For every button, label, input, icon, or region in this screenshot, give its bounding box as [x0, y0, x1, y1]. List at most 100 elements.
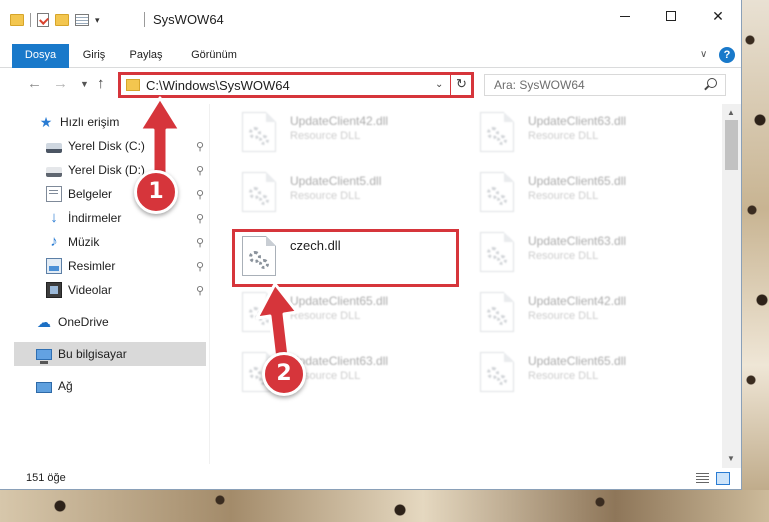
video-icon [46, 282, 62, 298]
sidebar-item-pictures[interactable]: Resimler ⚲ [14, 254, 206, 278]
details-view-icon[interactable] [696, 473, 709, 484]
file-name: UpdateClient63.dll [528, 234, 627, 248]
dll-file-icon [480, 112, 514, 152]
expand-ribbon-chevron-icon[interactable]: ∨ [700, 49, 707, 60]
address-dropdown-chevron-icon[interactable]: ⌄ [435, 79, 443, 90]
help-icon[interactable]: ? [719, 47, 735, 63]
window-title: SysWOW64 [153, 12, 224, 27]
refresh-icon[interactable]: ↻ [456, 76, 467, 92]
file-name: UpdateClient5.dll [290, 174, 382, 188]
pin-icon[interactable]: ⚲ [194, 188, 206, 201]
customize-chevron-icon[interactable]: ▾ [95, 15, 100, 26]
file-name: UpdateClient42.dll [290, 114, 389, 128]
sidebar-item-label: Hızlı erişim [60, 115, 120, 129]
separator [30, 13, 31, 27]
search-placeholder: Ara: SysWOW64 [494, 78, 585, 92]
sidebar-item-local-disk-c[interactable]: Yerel Disk (C:) ⚲ [14, 134, 206, 158]
navigation-pane: ★ Hızlı erişim Yerel Disk (C:) ⚲ Yerel D… [0, 104, 210, 464]
recent-locations-chevron-icon[interactable]: ▼ [80, 79, 89, 89]
scroll-up-icon[interactable]: ▲ [727, 108, 735, 117]
file-item[interactable]: UpdateClient42.dll Resource DLL [232, 106, 452, 156]
tab-file[interactable]: Dosya [12, 44, 69, 68]
status-bar: 151 öğe [0, 468, 741, 489]
vertical-scrollbar[interactable]: ▲ ▼ [722, 104, 741, 468]
file-name: UpdateClient65.dll [528, 354, 627, 368]
item-count: 151 öğe [26, 472, 66, 484]
file-item[interactable]: UpdateClient42.dll Resource DLL [470, 286, 690, 336]
address-path[interactable]: C:\Windows\SysWOW64 [146, 78, 290, 93]
sidebar-item-label: Videolar [68, 283, 112, 297]
star-icon: ★ [39, 114, 53, 130]
maximize-icon [666, 11, 676, 21]
pin-icon[interactable]: ⚲ [194, 140, 206, 153]
file-item[interactable]: UpdateClient5.dll Resource DLL [232, 166, 452, 216]
sidebar-item-label: Bu bilgisayar [58, 347, 127, 361]
file-name: UpdateClient65.dll [528, 174, 627, 188]
back-arrow-icon[interactable]: ← [27, 75, 42, 92]
file-item[interactable]: UpdateClient65.dll Resource DLL [470, 166, 690, 216]
forward-arrow-icon[interactable]: → [53, 75, 68, 92]
address-bar[interactable]: C:\Windows\SysWOW64 ⌄ ↻ [118, 72, 474, 98]
scroll-thumb[interactable] [725, 120, 738, 170]
sidebar-item-onedrive[interactable]: ☁ OneDrive [14, 310, 206, 334]
computer-icon [36, 349, 52, 364]
desktop-background-bottom [0, 490, 769, 522]
file-name: UpdateClient65.dll [290, 294, 389, 308]
folder-icon [10, 14, 24, 26]
sidebar-item-videos[interactable]: Videolar ⚲ [14, 278, 206, 302]
dll-file-icon [480, 352, 514, 392]
file-item[interactable]: UpdateClient65.dll Resource DLL [232, 286, 452, 336]
sidebar-item-label: Ağ [58, 379, 73, 393]
sidebar-item-label: Müzik [68, 235, 100, 249]
file-name: czech.dll [290, 238, 341, 253]
sidebar-item-label: Resimler [68, 259, 116, 273]
pin-icon[interactable]: ⚲ [194, 260, 206, 273]
drive-icon [46, 166, 62, 177]
minimize-button[interactable] [602, 0, 648, 32]
download-icon: ↓ [50, 209, 58, 226]
dll-file-icon [242, 236, 276, 276]
network-icon [36, 381, 52, 393]
search-input[interactable]: Ara: SysWOW64 [484, 74, 726, 96]
file-item[interactable]: UpdateClient65.dll Resource DLL [470, 346, 690, 396]
pin-icon[interactable]: ⚲ [194, 284, 206, 297]
sidebar-item-network[interactable]: Ağ [14, 374, 206, 398]
tab-home[interactable]: Giriş [77, 44, 111, 68]
pictures-icon [46, 258, 62, 274]
quick-access-toolbar: ▾ [10, 13, 100, 27]
tab-view[interactable]: Görünüm [185, 44, 243, 68]
scroll-down-icon[interactable]: ▼ [727, 454, 735, 463]
maximize-button[interactable] [648, 0, 694, 32]
sidebar-item-quick-access[interactable]: ★ Hızlı erişim [14, 110, 206, 134]
sidebar-item-local-disk-d[interactable]: Yerel Disk (D:) ⚲ [14, 158, 206, 182]
close-button[interactable]: ✕ [695, 0, 741, 32]
dll-file-icon [480, 172, 514, 212]
file-item[interactable]: UpdateClient63.dll Resource DLL [470, 106, 690, 156]
new-folder-icon[interactable] [55, 14, 69, 26]
tab-share[interactable]: Paylaş [121, 44, 171, 68]
dll-file-icon [242, 172, 276, 212]
file-description: Resource DLL [290, 190, 361, 202]
dll-file-icon [480, 232, 514, 272]
dll-file-icon [242, 292, 276, 332]
search-icon[interactable] [707, 78, 717, 88]
up-arrow-icon[interactable]: ↑ [97, 75, 105, 92]
pin-icon[interactable]: ⚲ [194, 164, 206, 177]
file-list: UpdateClient42.dll Resource DLL UpdateCl… [212, 104, 722, 464]
pin-icon[interactable]: ⚲ [194, 212, 206, 225]
file-description: Resource DLL [528, 190, 599, 202]
sidebar-item-music[interactable]: ♪ Müzik ⚲ [14, 230, 206, 254]
music-icon: ♪ [50, 233, 58, 250]
properties-icon[interactable] [37, 13, 49, 27]
sidebar-item-downloads[interactable]: ↓ İndirmeler ⚲ [14, 206, 206, 230]
large-icons-view-icon[interactable] [716, 472, 730, 485]
pin-icon[interactable]: ⚲ [194, 236, 206, 249]
close-icon: ✕ [712, 7, 724, 24]
sidebar-item-this-pc[interactable]: Bu bilgisayar [14, 342, 206, 366]
address-separator [450, 75, 451, 95]
sidebar-item-label: Yerel Disk (D:) [68, 163, 145, 177]
cloud-icon: ☁ [37, 314, 51, 330]
file-item-czech-dll[interactable]: czech.dll [232, 230, 452, 280]
file-item[interactable]: UpdateClient63.dll Resource DLL [470, 226, 690, 276]
undo-icon[interactable] [75, 14, 89, 26]
